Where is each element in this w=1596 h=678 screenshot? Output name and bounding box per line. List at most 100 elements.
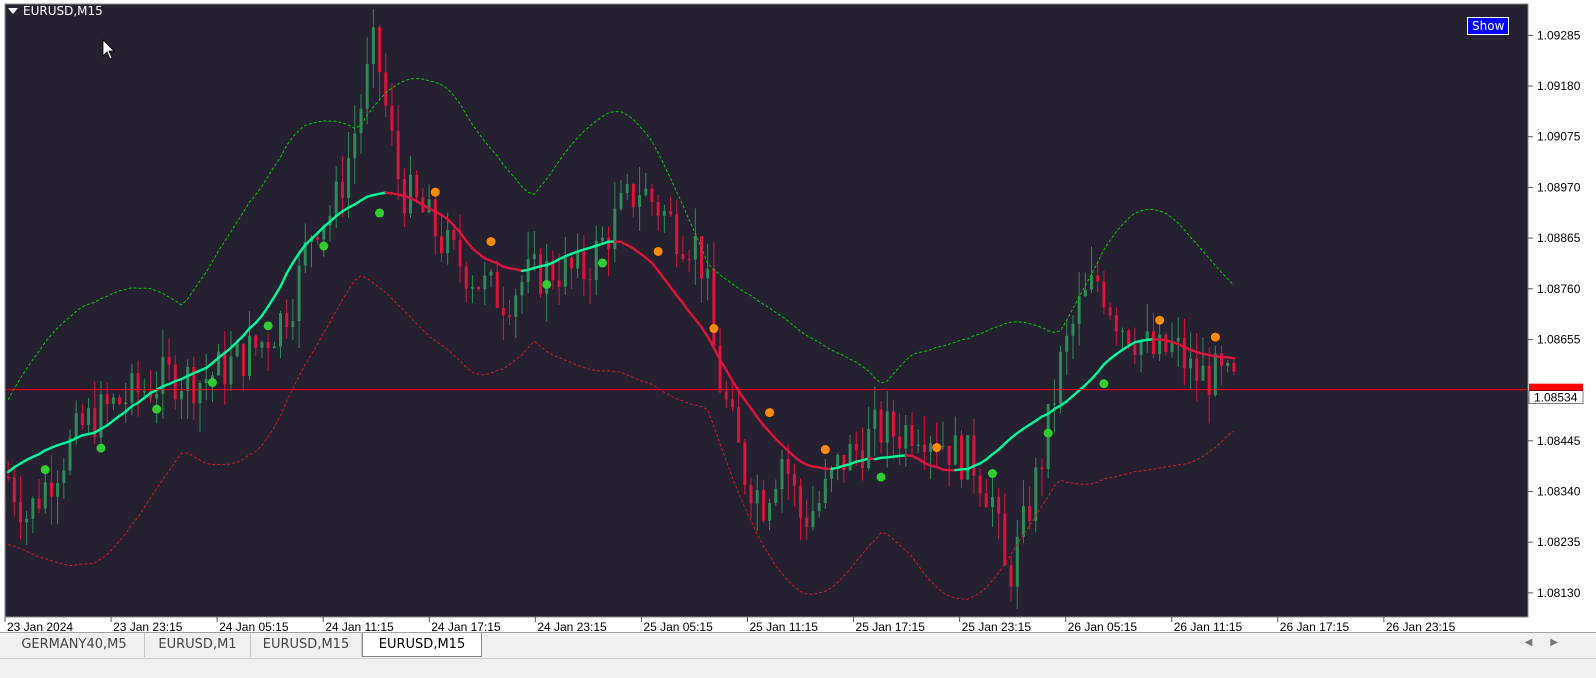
chart-window[interactable]: 1.092851.091801.090751.089701.088651.087… xyxy=(0,0,1596,632)
candle-body xyxy=(830,469,833,479)
candle-body xyxy=(291,321,294,327)
candle-body xyxy=(31,499,34,519)
candle-body xyxy=(1220,353,1223,366)
signal-marker xyxy=(1211,333,1220,342)
candle-body xyxy=(56,483,59,497)
signal-marker xyxy=(1155,316,1164,325)
candle-body xyxy=(731,399,734,407)
candle-body xyxy=(811,511,814,527)
symbol-dropdown[interactable]: EURUSD,M15 xyxy=(8,4,103,18)
candle-body xyxy=(818,503,821,511)
candle-body xyxy=(929,443,932,452)
candle-body xyxy=(941,446,944,447)
y-tick-label: 1.08340 xyxy=(1537,485,1581,499)
tab-eurusd-m1[interactable]: EURUSD,M1 xyxy=(145,633,251,657)
candle-body xyxy=(279,313,282,346)
candle-body xyxy=(1189,358,1192,368)
candle-body xyxy=(508,315,511,317)
candle-body xyxy=(910,425,913,446)
candle-body xyxy=(657,202,660,216)
tab-eurusd-m15[interactable]: EURUSD,M15 xyxy=(251,633,362,657)
candle-body xyxy=(248,336,251,376)
y-tick-label: 1.08970 xyxy=(1537,180,1581,194)
x-tick-label: 24 Jan 11:15 xyxy=(325,620,394,632)
candle-body xyxy=(483,276,486,290)
candle-body xyxy=(106,394,109,403)
candle-body xyxy=(285,313,288,327)
candle-body xyxy=(1195,358,1198,380)
signal-marker xyxy=(542,280,551,289)
candle-body xyxy=(520,282,523,295)
candle-body xyxy=(1010,565,1013,586)
candle-body xyxy=(434,199,437,236)
chevron-down-icon xyxy=(8,8,18,14)
signal-marker xyxy=(821,445,830,454)
candle-body xyxy=(991,497,994,507)
candle-body xyxy=(180,391,183,399)
tab-scroll-arrows[interactable]: ◀▶ xyxy=(1525,637,1576,648)
candle-body xyxy=(756,490,759,504)
candle-body xyxy=(384,72,387,106)
candle-body xyxy=(898,437,901,449)
candle-body xyxy=(242,344,245,376)
candle-body xyxy=(44,482,47,508)
candle-body xyxy=(923,445,926,452)
candle-body xyxy=(359,109,362,134)
candle-body xyxy=(620,193,623,209)
candle-body xyxy=(25,519,28,523)
candle-body xyxy=(793,474,796,486)
signal-marker xyxy=(486,237,495,246)
tab-germany40-m5[interactable]: GERMANY40,M5 xyxy=(4,633,145,657)
candle-body xyxy=(849,444,852,470)
show-button[interactable]: Show xyxy=(1467,17,1509,35)
y-tick-label: 1.09285 xyxy=(1537,28,1581,42)
candle-body xyxy=(471,287,474,289)
candle-body xyxy=(842,455,845,470)
candle-body xyxy=(81,413,84,425)
candle-body xyxy=(1152,331,1155,354)
candle-body xyxy=(743,442,746,485)
candle-body xyxy=(7,477,10,478)
candle-body xyxy=(948,446,951,465)
candle-body xyxy=(979,476,982,494)
status-strip xyxy=(0,658,1596,678)
y-tick-label: 1.08235 xyxy=(1537,535,1581,549)
candle-body xyxy=(1059,352,1062,404)
candle-body xyxy=(589,279,592,280)
x-tick-label: 26 Jan 23:15 xyxy=(1386,620,1456,632)
candle-body xyxy=(50,482,53,496)
candle-body xyxy=(459,240,462,266)
candle-body xyxy=(397,131,400,179)
candle-body xyxy=(650,188,653,202)
signal-marker xyxy=(319,242,328,251)
candle-body xyxy=(1214,353,1217,395)
candle-body xyxy=(1102,281,1105,307)
candle-body xyxy=(601,237,604,240)
signal-marker xyxy=(765,408,774,417)
symbol-label: EURUSD,M15 xyxy=(23,4,103,18)
candle-body xyxy=(273,346,276,348)
candle-body xyxy=(737,407,740,442)
candle-body xyxy=(712,269,715,346)
signal-marker xyxy=(1044,429,1053,438)
signal-marker xyxy=(375,209,384,218)
y-tick-label: 1.08130 xyxy=(1537,586,1581,600)
candle-body xyxy=(415,175,418,197)
candle-body xyxy=(681,254,684,259)
candle-body xyxy=(390,106,393,131)
candle-body xyxy=(1096,275,1099,281)
y-tick-label: 1.08760 xyxy=(1537,282,1581,296)
candle-body xyxy=(267,342,270,348)
price-chart[interactable]: 1.092851.091801.090751.089701.088651.087… xyxy=(0,0,1596,632)
candle-body xyxy=(1115,315,1118,331)
candle-body xyxy=(378,27,381,72)
tab-eurusd-m15-active[interactable]: EURUSD,M15 xyxy=(362,633,482,657)
candle-body xyxy=(99,394,102,437)
candle-body xyxy=(787,459,790,474)
y-tick-label: 1.08445 xyxy=(1537,434,1581,448)
candle-body xyxy=(576,251,579,268)
candle-body xyxy=(774,489,777,503)
candle-body xyxy=(1183,338,1186,368)
signal-marker xyxy=(709,324,718,333)
candle-body xyxy=(632,184,635,207)
